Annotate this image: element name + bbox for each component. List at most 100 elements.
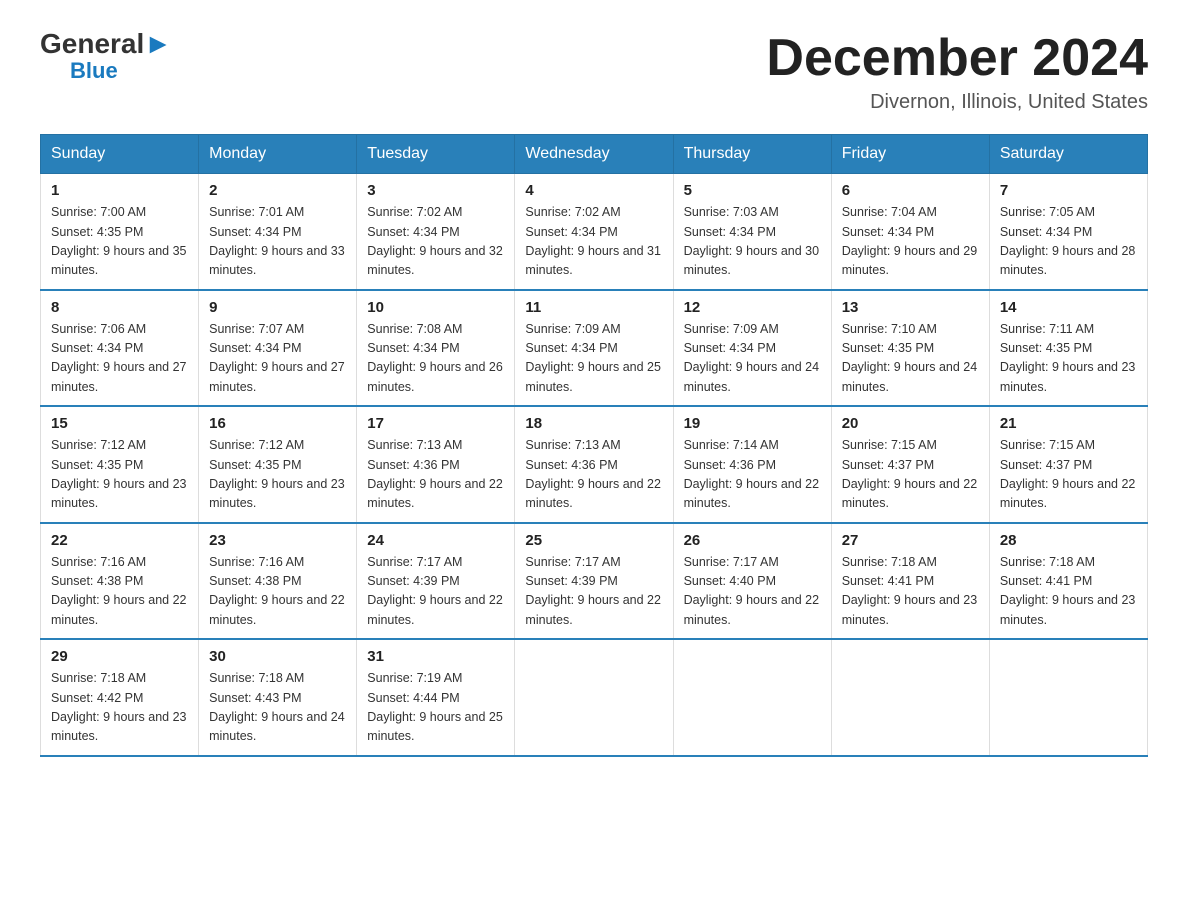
- day-info: Sunrise: 7:17 AM Sunset: 4:39 PM Dayligh…: [525, 553, 662, 631]
- day-cell: 14 Sunrise: 7:11 AM Sunset: 4:35 PM Dayl…: [989, 290, 1147, 407]
- month-title: December 2024: [766, 30, 1148, 87]
- day-number: 26: [684, 532, 821, 549]
- day-number: 15: [51, 415, 188, 432]
- day-number: 9: [209, 299, 346, 316]
- day-info: Sunrise: 7:17 AM Sunset: 4:40 PM Dayligh…: [684, 553, 821, 631]
- day-cell: 2 Sunrise: 7:01 AM Sunset: 4:34 PM Dayli…: [199, 174, 357, 290]
- logo-text: General►: [40, 30, 172, 58]
- day-cell: 22 Sunrise: 7:16 AM Sunset: 4:38 PM Dayl…: [41, 523, 199, 640]
- logo: General► Blue: [40, 30, 172, 84]
- day-cell: 4 Sunrise: 7:02 AM Sunset: 4:34 PM Dayli…: [515, 174, 673, 290]
- logo-blue-text: Blue: [40, 58, 118, 84]
- day-info: Sunrise: 7:02 AM Sunset: 4:34 PM Dayligh…: [525, 203, 662, 281]
- day-number: 18: [525, 415, 662, 432]
- day-info: Sunrise: 7:19 AM Sunset: 4:44 PM Dayligh…: [367, 669, 504, 747]
- day-number: 27: [842, 532, 979, 549]
- day-number: 7: [1000, 182, 1137, 199]
- day-number: 31: [367, 648, 504, 665]
- day-info: Sunrise: 7:09 AM Sunset: 4:34 PM Dayligh…: [684, 320, 821, 398]
- day-cell: 11 Sunrise: 7:09 AM Sunset: 4:34 PM Dayl…: [515, 290, 673, 407]
- day-info: Sunrise: 7:15 AM Sunset: 4:37 PM Dayligh…: [842, 436, 979, 514]
- day-cell: 8 Sunrise: 7:06 AM Sunset: 4:34 PM Dayli…: [41, 290, 199, 407]
- day-number: 14: [1000, 299, 1137, 316]
- day-info: Sunrise: 7:06 AM Sunset: 4:34 PM Dayligh…: [51, 320, 188, 398]
- day-info: Sunrise: 7:18 AM Sunset: 4:42 PM Dayligh…: [51, 669, 188, 747]
- day-cell: 13 Sunrise: 7:10 AM Sunset: 4:35 PM Dayl…: [831, 290, 989, 407]
- day-number: 5: [684, 182, 821, 199]
- day-cell: 15 Sunrise: 7:12 AM Sunset: 4:35 PM Dayl…: [41, 406, 199, 523]
- day-info: Sunrise: 7:10 AM Sunset: 4:35 PM Dayligh…: [842, 320, 979, 398]
- day-cell: 25 Sunrise: 7:17 AM Sunset: 4:39 PM Dayl…: [515, 523, 673, 640]
- day-info: Sunrise: 7:15 AM Sunset: 4:37 PM Dayligh…: [1000, 436, 1137, 514]
- day-info: Sunrise: 7:03 AM Sunset: 4:34 PM Dayligh…: [684, 203, 821, 281]
- day-number: 12: [684, 299, 821, 316]
- day-number: 4: [525, 182, 662, 199]
- day-number: 25: [525, 532, 662, 549]
- day-number: 3: [367, 182, 504, 199]
- day-cell: 21 Sunrise: 7:15 AM Sunset: 4:37 PM Dayl…: [989, 406, 1147, 523]
- day-cell: 29 Sunrise: 7:18 AM Sunset: 4:42 PM Dayl…: [41, 639, 199, 756]
- header-wednesday: Wednesday: [515, 135, 673, 174]
- day-number: 30: [209, 648, 346, 665]
- title-section: December 2024 Divernon, Illinois, United…: [766, 30, 1148, 114]
- day-info: Sunrise: 7:07 AM Sunset: 4:34 PM Dayligh…: [209, 320, 346, 398]
- day-cell: 10 Sunrise: 7:08 AM Sunset: 4:34 PM Dayl…: [357, 290, 515, 407]
- day-cell: 20 Sunrise: 7:15 AM Sunset: 4:37 PM Dayl…: [831, 406, 989, 523]
- day-number: 1: [51, 182, 188, 199]
- day-cell: [673, 639, 831, 756]
- day-cell: 6 Sunrise: 7:04 AM Sunset: 4:34 PM Dayli…: [831, 174, 989, 290]
- day-number: 2: [209, 182, 346, 199]
- day-cell: 26 Sunrise: 7:17 AM Sunset: 4:40 PM Dayl…: [673, 523, 831, 640]
- day-info: Sunrise: 7:18 AM Sunset: 4:41 PM Dayligh…: [1000, 553, 1137, 631]
- calendar-table: SundayMondayTuesdayWednesdayThursdayFrid…: [40, 134, 1148, 757]
- page-header: General► Blue December 2024 Divernon, Il…: [40, 30, 1148, 114]
- day-cell: [831, 639, 989, 756]
- day-number: 16: [209, 415, 346, 432]
- day-cell: 30 Sunrise: 7:18 AM Sunset: 4:43 PM Dayl…: [199, 639, 357, 756]
- day-info: Sunrise: 7:14 AM Sunset: 4:36 PM Dayligh…: [684, 436, 821, 514]
- day-cell: 28 Sunrise: 7:18 AM Sunset: 4:41 PM Dayl…: [989, 523, 1147, 640]
- header-saturday: Saturday: [989, 135, 1147, 174]
- header-tuesday: Tuesday: [357, 135, 515, 174]
- day-info: Sunrise: 7:16 AM Sunset: 4:38 PM Dayligh…: [51, 553, 188, 631]
- header-sunday: Sunday: [41, 135, 199, 174]
- day-cell: 3 Sunrise: 7:02 AM Sunset: 4:34 PM Dayli…: [357, 174, 515, 290]
- day-cell: [515, 639, 673, 756]
- day-info: Sunrise: 7:12 AM Sunset: 4:35 PM Dayligh…: [51, 436, 188, 514]
- day-number: 24: [367, 532, 504, 549]
- day-number: 22: [51, 532, 188, 549]
- day-number: 28: [1000, 532, 1137, 549]
- day-info: Sunrise: 7:13 AM Sunset: 4:36 PM Dayligh…: [367, 436, 504, 514]
- calendar-header-row: SundayMondayTuesdayWednesdayThursdayFrid…: [41, 135, 1148, 174]
- day-info: Sunrise: 7:00 AM Sunset: 4:35 PM Dayligh…: [51, 203, 188, 281]
- header-thursday: Thursday: [673, 135, 831, 174]
- day-number: 29: [51, 648, 188, 665]
- day-info: Sunrise: 7:08 AM Sunset: 4:34 PM Dayligh…: [367, 320, 504, 398]
- week-row-4: 22 Sunrise: 7:16 AM Sunset: 4:38 PM Dayl…: [41, 523, 1148, 640]
- location-text: Divernon, Illinois, United States: [766, 91, 1148, 114]
- day-cell: 5 Sunrise: 7:03 AM Sunset: 4:34 PM Dayli…: [673, 174, 831, 290]
- day-number: 23: [209, 532, 346, 549]
- day-cell: 31 Sunrise: 7:19 AM Sunset: 4:44 PM Dayl…: [357, 639, 515, 756]
- day-cell: 27 Sunrise: 7:18 AM Sunset: 4:41 PM Dayl…: [831, 523, 989, 640]
- day-number: 20: [842, 415, 979, 432]
- day-info: Sunrise: 7:17 AM Sunset: 4:39 PM Dayligh…: [367, 553, 504, 631]
- header-friday: Friday: [831, 135, 989, 174]
- day-cell: 17 Sunrise: 7:13 AM Sunset: 4:36 PM Dayl…: [357, 406, 515, 523]
- day-info: Sunrise: 7:11 AM Sunset: 4:35 PM Dayligh…: [1000, 320, 1137, 398]
- week-row-1: 1 Sunrise: 7:00 AM Sunset: 4:35 PM Dayli…: [41, 174, 1148, 290]
- day-cell: 19 Sunrise: 7:14 AM Sunset: 4:36 PM Dayl…: [673, 406, 831, 523]
- day-number: 6: [842, 182, 979, 199]
- day-info: Sunrise: 7:05 AM Sunset: 4:34 PM Dayligh…: [1000, 203, 1137, 281]
- day-cell: 23 Sunrise: 7:16 AM Sunset: 4:38 PM Dayl…: [199, 523, 357, 640]
- day-info: Sunrise: 7:12 AM Sunset: 4:35 PM Dayligh…: [209, 436, 346, 514]
- week-row-5: 29 Sunrise: 7:18 AM Sunset: 4:42 PM Dayl…: [41, 639, 1148, 756]
- day-number: 13: [842, 299, 979, 316]
- day-info: Sunrise: 7:02 AM Sunset: 4:34 PM Dayligh…: [367, 203, 504, 281]
- day-cell: 24 Sunrise: 7:17 AM Sunset: 4:39 PM Dayl…: [357, 523, 515, 640]
- day-info: Sunrise: 7:16 AM Sunset: 4:38 PM Dayligh…: [209, 553, 346, 631]
- day-number: 8: [51, 299, 188, 316]
- day-cell: 1 Sunrise: 7:00 AM Sunset: 4:35 PM Dayli…: [41, 174, 199, 290]
- day-info: Sunrise: 7:04 AM Sunset: 4:34 PM Dayligh…: [842, 203, 979, 281]
- day-info: Sunrise: 7:13 AM Sunset: 4:36 PM Dayligh…: [525, 436, 662, 514]
